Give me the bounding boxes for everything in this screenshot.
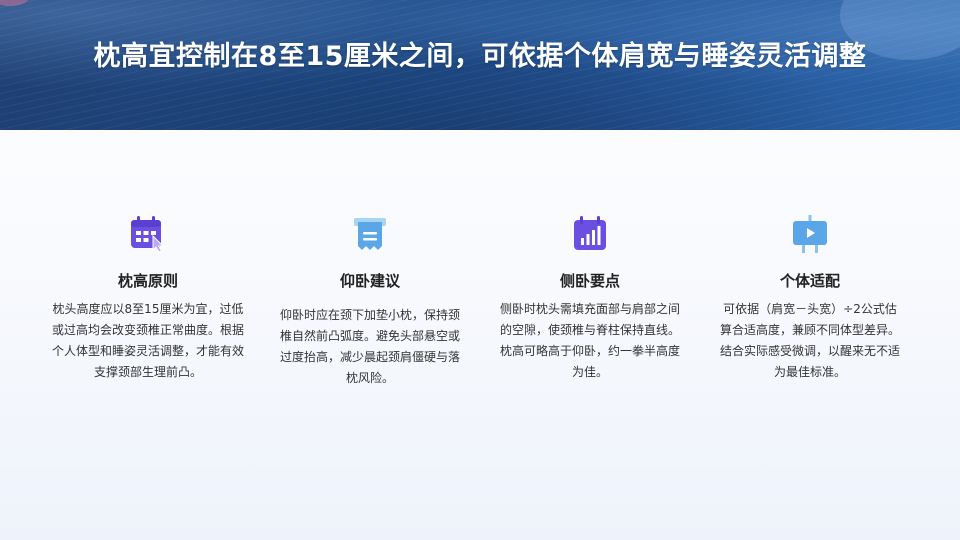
card-side-lying-points: 侧卧要点 侧卧时枕头需填充面部与肩部之间的空隙，使颈椎与脊柱保持直线。枕高可略高…	[490, 212, 690, 383]
presentation-screen-icon	[793, 215, 827, 253]
document-list-icon	[354, 218, 386, 250]
card-text: 侧卧时枕头需填充面部与肩部之间的空隙，使颈椎与脊柱保持直线。枕高可略高于仰卧，约…	[500, 302, 681, 379]
page-title: 枕高宜控制在8至15厘米之间，可依据个体肩宽与睡姿灵活调整	[93, 41, 867, 72]
card-text: 可依据（肩宽－头宽）÷2公式估算合适高度，兼顾不同体型差异。结合实际感受微调，以…	[719, 302, 900, 379]
bar-chart-calendar-icon	[574, 216, 606, 250]
card-text: 枕头高度应以8至15厘米为宜，过低或过高均会改变颈椎正常曲度。根据个人体型和睡姿…	[51, 302, 244, 379]
card-supine-advice: 仰卧建议 仰卧时应在颈下加垫小枕，保持颈椎自然前凸弧度。避免头部悬空或过度抬高，…	[270, 212, 470, 389]
calendar-pointer-icon	[131, 216, 165, 253]
card-title: 侧卧要点	[559, 272, 620, 290]
card-text: 仰卧时应在颈下加垫小枕，保持颈椎自然前凸弧度。避免头部悬空或过度抬高，减少晨起颈…	[279, 308, 460, 385]
card-title: 枕高原则	[117, 272, 178, 290]
card-title: 仰卧建议	[339, 272, 400, 290]
header-banner: 枕高宜控制在8至15厘米之间，可依据个体肩宽与睡姿灵活调整	[0, 0, 960, 130]
card-pillow-principle: 枕高原则 枕头高度应以8至15厘米为宜，过低或过高均会改变颈椎正常曲度。根据个人…	[48, 212, 248, 383]
card-individual-fit: 个体适配 可依据（肩宽－头宽）÷2公式估算合适高度，兼顾不同体型差异。结合实际感…	[710, 212, 910, 383]
card-title: 个体适配	[779, 272, 840, 290]
